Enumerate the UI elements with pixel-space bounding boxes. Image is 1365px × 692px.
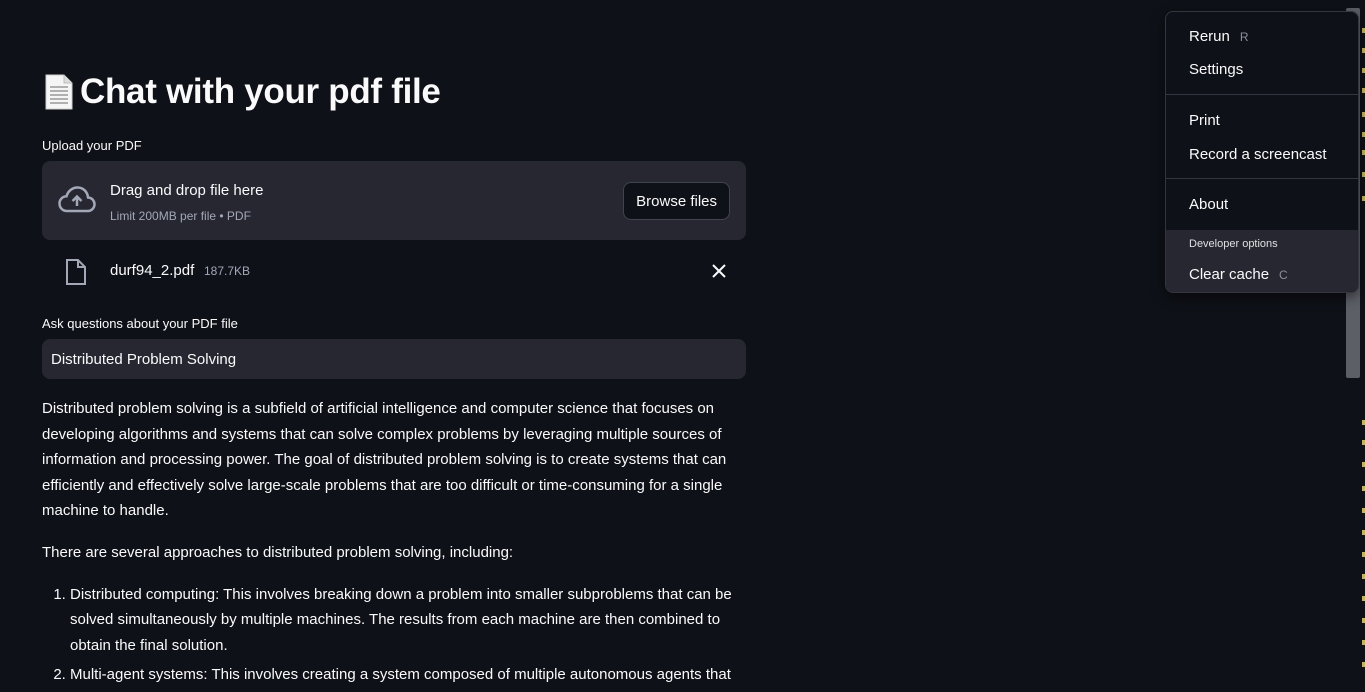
menu-item-label: Clear cache bbox=[1189, 266, 1270, 283]
answer-paragraph: There are several approaches to distribu… bbox=[42, 543, 514, 561]
menu-item-about[interactable]: About bbox=[1189, 196, 1228, 213]
menu-item-settings[interactable]: Settings bbox=[1189, 61, 1243, 78]
shortcut-hint: C bbox=[1279, 268, 1288, 282]
main-menu: Rerun R Settings Print Record a screencas… bbox=[1165, 11, 1359, 293]
page-title: Chat with your pdf file bbox=[42, 72, 441, 112]
answer-list: Distributed computing: This involves bre… bbox=[42, 582, 746, 688]
list-item: Distributed computing: This involves bre… bbox=[70, 582, 746, 659]
dropzone-limit: Limit 200MB per file • PDF bbox=[110, 209, 251, 223]
upload-label: Upload your PDF bbox=[42, 138, 142, 153]
page-title-text: Chat with your pdf file bbox=[80, 72, 441, 111]
browse-files-button[interactable]: Browse files bbox=[623, 182, 730, 220]
menu-divider bbox=[1166, 94, 1358, 95]
menu-divider bbox=[1166, 178, 1358, 179]
cloud-upload-icon bbox=[58, 186, 96, 213]
list-item: Multi-agent systems: This involves creat… bbox=[70, 662, 746, 688]
dropzone-instructions: Drag and drop file here bbox=[110, 182, 264, 199]
menu-item-print[interactable]: Print bbox=[1189, 112, 1220, 129]
menu-item-rerun[interactable]: Rerun R bbox=[1189, 28, 1249, 45]
file-name: durf94_2.pdf bbox=[110, 262, 195, 279]
answer-paragraph: Distributed problem solving is a subfiel… bbox=[42, 400, 727, 520]
question-input[interactable] bbox=[42, 339, 746, 379]
developer-options-title: Developer options bbox=[1189, 238, 1278, 250]
shortcut-hint: R bbox=[1239, 30, 1249, 44]
page-facing-up-icon bbox=[45, 74, 73, 110]
question-label: Ask questions about your PDF file bbox=[42, 316, 238, 331]
menu-item-label: Rerun bbox=[1189, 28, 1230, 45]
file-dropzone[interactable]: Drag and drop file here Limit 200MB per … bbox=[42, 161, 746, 240]
close-icon[interactable] bbox=[708, 260, 730, 282]
file-icon bbox=[66, 259, 86, 285]
file-size: 187.7KB bbox=[204, 264, 251, 278]
menu-item-clear-cache[interactable]: Clear cache C bbox=[1189, 266, 1288, 283]
menu-item-record-screencast[interactable]: Record a screencast bbox=[1189, 146, 1327, 163]
answer-text: Distributed problem solving is a subfiel… bbox=[42, 396, 746, 692]
uploaded-file: durf94_2.pdf 187.7KB bbox=[42, 256, 746, 288]
developer-options-section: Developer options Clear cache C bbox=[1166, 230, 1358, 292]
